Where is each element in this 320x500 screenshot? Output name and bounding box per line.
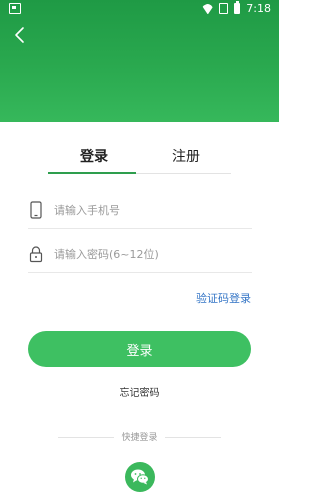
battery-icon xyxy=(234,1,241,14)
sms-login-link[interactable]: 验证码登录 xyxy=(196,290,251,306)
quick-login-divider: 快捷登录 xyxy=(0,430,279,444)
wifi-icon xyxy=(202,4,213,14)
tab-register[interactable]: 注册 xyxy=(172,146,200,166)
tab-bar: 登录 注册 xyxy=(0,122,279,176)
sim-card-icon xyxy=(219,3,229,14)
phone-input[interactable] xyxy=(54,200,244,220)
wechat-icon xyxy=(131,469,149,485)
lock-icon xyxy=(29,246,43,263)
quick-login-label: 快捷登录 xyxy=(121,433,158,443)
password-field xyxy=(28,236,252,273)
phone-icon xyxy=(30,201,42,219)
login-card: 登录 注册 验证码登录 登录 忘记密码 快捷登录 xyxy=(0,122,279,500)
header-background xyxy=(0,0,279,122)
status-time: 7:18 xyxy=(246,2,271,15)
phone-field xyxy=(28,192,252,229)
back-button[interactable] xyxy=(10,24,32,46)
tab-login[interactable]: 登录 xyxy=(80,146,108,166)
forgot-password-link[interactable]: 忘记密码 xyxy=(0,384,279,399)
notification-icon xyxy=(9,3,21,14)
status-bar: 7:18 xyxy=(0,0,279,18)
status-icons: 7:18 xyxy=(202,1,271,15)
login-button[interactable]: 登录 xyxy=(28,331,251,367)
back-arrow-icon xyxy=(15,27,24,43)
password-input[interactable] xyxy=(54,244,244,264)
divider-line-right xyxy=(165,437,221,438)
tab-active-indicator xyxy=(48,172,136,174)
wechat-login-button[interactable] xyxy=(125,462,155,492)
